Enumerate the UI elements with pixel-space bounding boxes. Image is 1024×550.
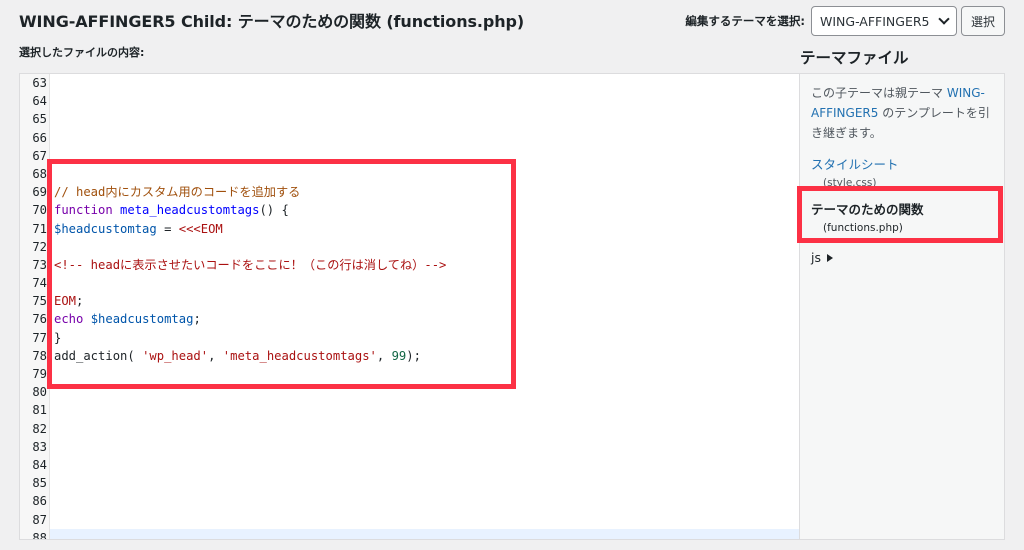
caret-right-icon	[827, 253, 833, 262]
line-number: 64	[32, 94, 47, 109]
code-token: ;	[76, 294, 84, 309]
file-path: (style.css)	[823, 177, 877, 189]
code-line[interactable]	[54, 147, 799, 165]
note-prefix: この子テーマは親テーマ	[811, 86, 947, 100]
code-token: <!-- headに表示させたいコードをここに！（この行は消してね）-->	[54, 257, 447, 272]
line-number: 65	[32, 112, 47, 127]
code-line[interactable]	[54, 401, 799, 419]
line-number: 85	[32, 476, 47, 491]
sidebar-title: テーマファイル	[800, 49, 909, 67]
line-number: 86	[32, 494, 47, 509]
line-number: 88	[32, 530, 47, 540]
code-token: EOM	[54, 294, 77, 309]
line-number: 76	[32, 312, 47, 327]
line-number: 68	[32, 166, 47, 181]
code-token: );	[406, 348, 421, 363]
chevron-down-icon	[938, 13, 950, 25]
code-token: 'meta_headcustomtags'	[222, 348, 377, 363]
code-token: add_action(	[54, 348, 143, 363]
line-number: 78	[32, 348, 47, 363]
file-path: (functions.php)	[823, 222, 903, 234]
code-line[interactable]	[54, 474, 799, 492]
theme-selector: 編集するテーマを選択: WING-AFFINGER5 選択	[685, 6, 1005, 36]
code-token: ,	[376, 348, 392, 363]
child-theme-note: この子テーマは親テーマ WING-AFFINGER5 のテンプレートを引き継ぎま…	[811, 83, 997, 143]
file-content-label: 選択したファイルの内容:	[19, 46, 145, 59]
code-line[interactable]: $headcustomtag = <<<EOM	[54, 220, 799, 238]
code-area[interactable]: // head内にカスタム用のコードを追加する function meta_hea…	[50, 74, 799, 539]
code-line[interactable]	[54, 110, 799, 128]
line-number: 74	[32, 276, 47, 291]
code-line[interactable]: function meta_headcustomtags() {	[54, 201, 799, 219]
file-name[interactable]: スタイルシート	[811, 154, 991, 173]
line-number-gutter: 63 64 65 66 67 68 69 70 71 72 73 74 75 76 77 78 79 80 81 82…	[20, 74, 50, 539]
line-number: 80	[32, 385, 47, 400]
page-title: WING-AFFINGER5 Child: テーマのための関数 (functio…	[19, 12, 525, 31]
line-number: 69	[32, 185, 47, 200]
code-token: <<<EOM	[178, 221, 223, 236]
code-line[interactable]: add_action( 'wp_head', 'meta_headcustomt…	[54, 347, 799, 365]
select-theme-button[interactable]: 選択	[960, 6, 1005, 36]
folder-label: js	[811, 250, 821, 265]
line-number: 87	[32, 512, 47, 527]
code-token: 99	[391, 348, 407, 363]
code-token: $headcustomtag	[54, 221, 157, 236]
code-token: () {	[259, 203, 289, 218]
code-line[interactable]	[54, 129, 799, 147]
line-number: 79	[32, 367, 47, 381]
code-token: 'wp_head'	[142, 348, 209, 363]
theme-files-sidebar: この子テーマは親テーマ WING-AFFINGER5 のテンプレートを引き継ぎま…	[800, 73, 1005, 540]
code-token: =	[156, 221, 179, 236]
code-line[interactable]: }	[54, 329, 799, 347]
code-line[interactable]	[54, 420, 799, 438]
line-number: 73	[32, 257, 47, 272]
line-number: 71	[32, 221, 47, 236]
theme-select-value: WING-AFFINGER5	[819, 13, 930, 29]
file-item-stylesheet[interactable]: スタイルシート (style.css)	[811, 154, 991, 189]
line-number: 77	[32, 330, 47, 345]
code-token: // head内にカスタム用のコードを追加する	[54, 185, 301, 200]
code-line[interactable]	[54, 492, 799, 510]
theme-select-dropdown[interactable]: WING-AFFINGER5	[810, 6, 957, 36]
line-number: 82	[32, 421, 47, 436]
line-number: 66	[32, 130, 47, 145]
code-line[interactable]	[54, 274, 799, 292]
code-token: meta_headcustomtags	[120, 203, 260, 218]
code-line[interactable]: EOM;	[54, 292, 799, 310]
code-line[interactable]	[54, 365, 799, 383]
code-line[interactable]	[54, 92, 799, 110]
code-token: ,	[208, 348, 223, 363]
theme-select-label: 編集するテーマを選択:	[685, 14, 805, 28]
code-line[interactable]	[54, 383, 799, 401]
code-token: ;	[193, 312, 201, 327]
file-name-current[interactable]: テーマのための関数	[811, 199, 991, 218]
line-number: 81	[32, 403, 47, 418]
code-line[interactable]	[54, 165, 799, 183]
code-token: $headcustomtag	[90, 312, 194, 327]
code-editor[interactable]: 63 64 65 66 67 68 69 70 71 72 73 74 75 76 77 78 79 80 81 82…	[19, 73, 800, 540]
code-line[interactable]	[54, 511, 799, 529]
code-line[interactable]	[54, 74, 799, 92]
line-number: 72	[32, 239, 47, 254]
code-line[interactable]: <!-- headに表示させたいコードをここに！（この行は消してね）-->	[54, 256, 799, 274]
code-token: }	[54, 330, 62, 345]
code-line[interactable]	[50, 528, 799, 539]
code-line[interactable]	[54, 456, 799, 474]
line-number: 84	[32, 457, 47, 472]
line-number: 67	[32, 148, 47, 163]
folder-js[interactable]: js	[811, 250, 833, 265]
code-line[interactable]: // head内にカスタム用のコードを追加する	[54, 183, 799, 201]
code-line[interactable]	[54, 438, 799, 456]
line-number: 63	[32, 76, 47, 90]
line-number: 83	[32, 439, 47, 454]
line-number: 70	[32, 203, 47, 218]
code-token: echo	[54, 312, 84, 327]
line-number: 75	[32, 294, 47, 309]
file-item-functions[interactable]: テーマのための関数 (functions.php)	[811, 199, 991, 234]
code-token: function	[54, 203, 113, 218]
code-line[interactable]: echo $headcustomtag;	[54, 310, 799, 328]
code-line[interactable]	[54, 238, 799, 256]
